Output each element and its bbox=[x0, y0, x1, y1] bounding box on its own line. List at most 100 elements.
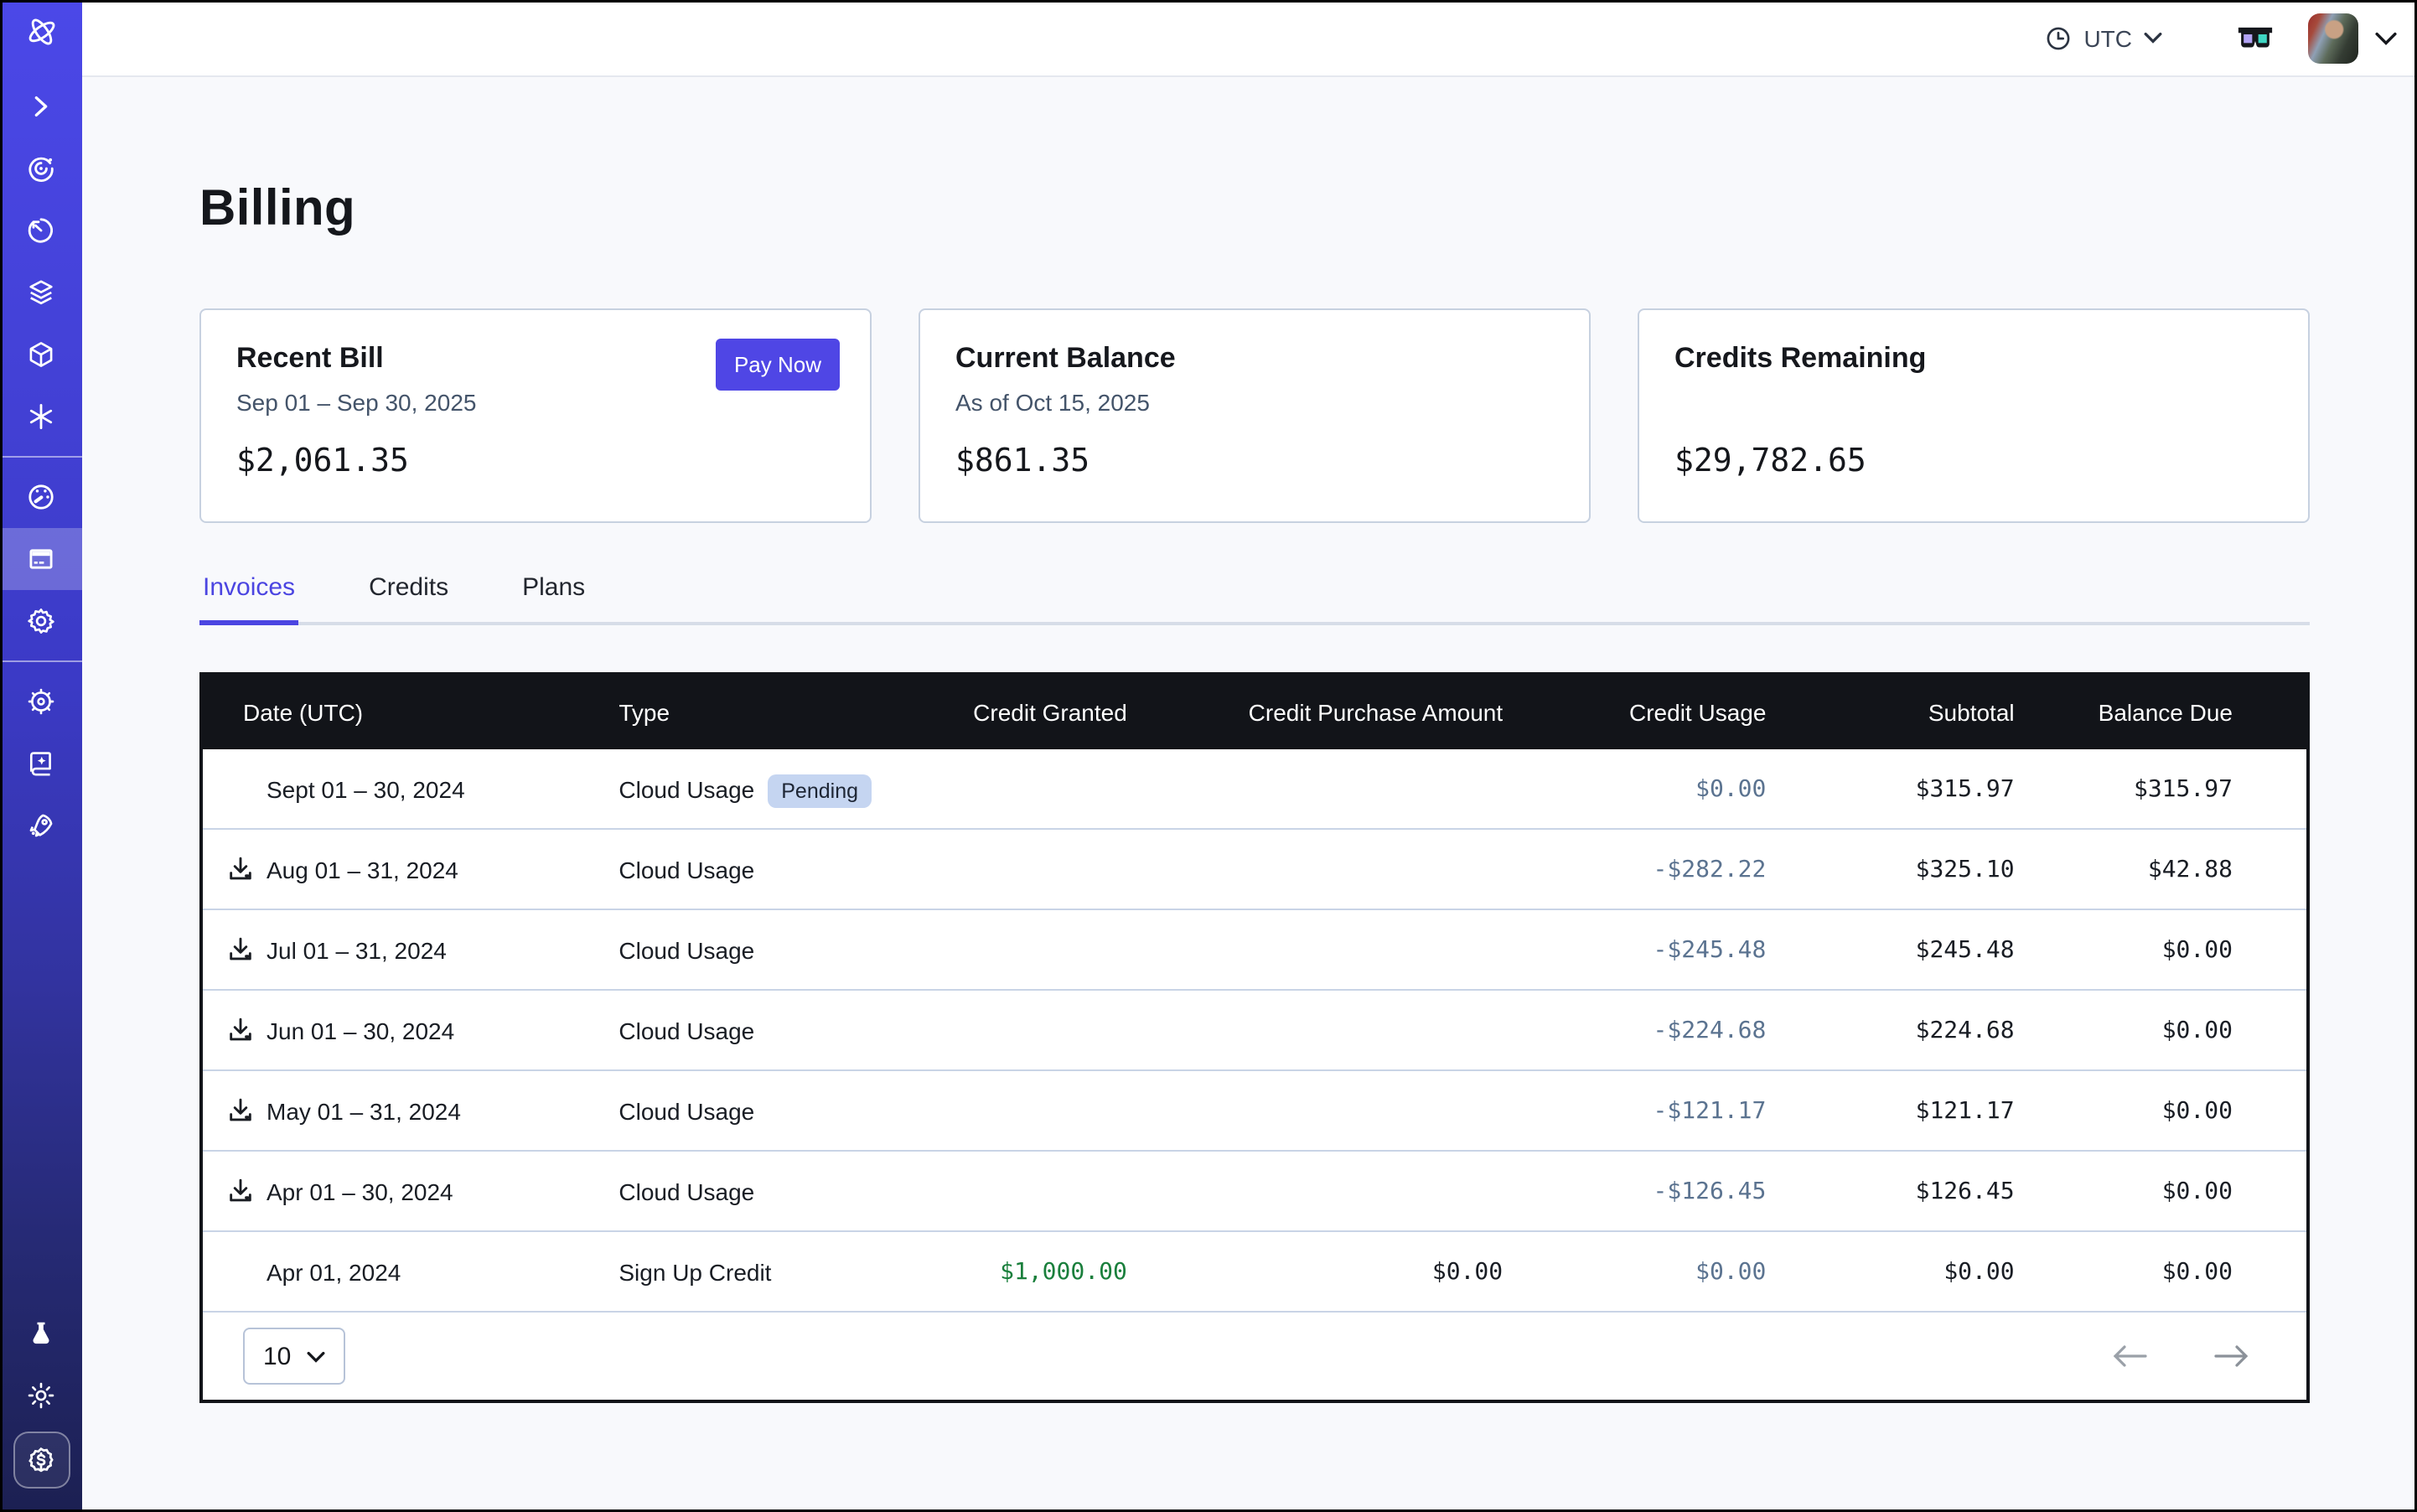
billing-card-icon bbox=[27, 545, 55, 573]
invoices-table: Date (UTC) Type Credit Granted Credit Pu… bbox=[199, 672, 2310, 1403]
avatar[interactable] bbox=[2308, 13, 2358, 63]
cell-credit-granted bbox=[938, 749, 1127, 829]
gauge-icon bbox=[27, 483, 55, 511]
cell-credit-purchase bbox=[1127, 749, 1503, 829]
invoice-date: Jun 01 – 30, 2024 bbox=[267, 1017, 454, 1043]
timezone-select[interactable]: UTC bbox=[2045, 24, 2162, 51]
cell-credit-usage: -$126.45 bbox=[1503, 1151, 1766, 1231]
card-title: Credits Remaining bbox=[1674, 342, 2273, 375]
cell-credit-usage: -$245.48 bbox=[1503, 909, 1766, 990]
sidebar bbox=[0, 0, 82, 1512]
sidebar-item-expand[interactable] bbox=[0, 75, 82, 137]
cell-subtotal: $245.48 bbox=[1766, 909, 2014, 990]
sidebar-item-getting-started[interactable] bbox=[0, 795, 82, 857]
timezone-label: UTC bbox=[2083, 24, 2132, 51]
cell-credit-purchase bbox=[1127, 909, 1503, 990]
billing-period: Sep 01 – Sep 30, 2025 bbox=[236, 389, 835, 417]
gear-icon bbox=[27, 607, 55, 635]
table-header: Date (UTC) Type Credit Granted Credit Pu… bbox=[203, 676, 2306, 749]
history-clock-icon bbox=[27, 216, 55, 245]
col-credit-purchase-amount: Credit Purchase Amount bbox=[1127, 676, 1503, 749]
balance-as-of: As of Oct 15, 2025 bbox=[955, 389, 1554, 417]
clock-icon bbox=[2045, 24, 2072, 51]
cell-balance-due: $315.97 bbox=[2015, 749, 2306, 829]
screen: UTC Billing Recent Bill Sep 01 – Se bbox=[0, 0, 2417, 1512]
sidebar-item-usage[interactable] bbox=[0, 466, 82, 528]
table-footer: 10 bbox=[203, 1311, 2306, 1400]
chevron-right-icon bbox=[28, 94, 54, 119]
current-balance-amount: $861.35 bbox=[955, 443, 1554, 479]
cell-credit-granted bbox=[938, 1151, 1127, 1231]
user-menu-button[interactable] bbox=[2375, 31, 2397, 44]
chevron-down-icon bbox=[2144, 32, 2162, 44]
table-row[interactable]: May 01 – 31, 2024 Cloud Usage -$121.17 $… bbox=[203, 1070, 2306, 1151]
cell-credit-purchase bbox=[1127, 1070, 1503, 1151]
cell-credit-usage: $0.00 bbox=[1503, 1231, 1766, 1311]
tab-invoices[interactable]: Invoices bbox=[199, 573, 298, 622]
flask-icon bbox=[27, 1319, 55, 1348]
col-balance-due: Balance Due bbox=[2015, 676, 2306, 749]
sidebar-item-monitor[interactable] bbox=[0, 137, 82, 199]
topbar: UTC bbox=[82, 0, 2417, 77]
invoice-date: Apr 01 – 30, 2024 bbox=[267, 1178, 453, 1204]
pay-now-button[interactable]: Pay Now bbox=[716, 339, 840, 391]
sidebar-item-services[interactable] bbox=[0, 386, 82, 448]
credits-remaining-card: Credits Remaining $29,782.65 bbox=[1638, 308, 2310, 523]
download-invoice-icon[interactable] bbox=[226, 855, 255, 883]
arrow-left-icon bbox=[2112, 1344, 2149, 1368]
sidebar-item-admin[interactable] bbox=[0, 671, 82, 733]
download-invoice-icon[interactable] bbox=[226, 1016, 255, 1044]
col-type: Type bbox=[618, 676, 937, 749]
cell-subtotal: $224.68 bbox=[1766, 990, 2014, 1070]
credits-remaining-amount: $29,782.65 bbox=[1674, 443, 2273, 479]
next-page-button[interactable] bbox=[2213, 1344, 2249, 1368]
table-row[interactable]: Aug 01 – 31, 2024 Cloud Usage -$282.22 $… bbox=[203, 829, 2306, 909]
table-row[interactable]: Apr 01, 2024 Sign Up Credit $1,000.00 $0… bbox=[203, 1231, 2306, 1311]
view-toggle-button[interactable] bbox=[2236, 25, 2275, 50]
table-row[interactable]: Jun 01 – 30, 2024 Cloud Usage -$224.68 $… bbox=[203, 990, 2306, 1070]
sidebar-item-credits[interactable] bbox=[13, 1432, 70, 1489]
table-row[interactable]: Sept 01 – 30, 2024 Cloud UsagePending $0… bbox=[203, 749, 2306, 829]
table-row[interactable]: Apr 01 – 30, 2024 Cloud Usage -$126.45 $… bbox=[203, 1151, 2306, 1231]
helm-icon bbox=[27, 687, 55, 716]
rocket-icon bbox=[27, 811, 55, 840]
page-size-select[interactable]: 10 bbox=[243, 1328, 344, 1385]
book-sparkle-icon bbox=[27, 749, 55, 778]
tab-credits[interactable]: Credits bbox=[365, 573, 452, 622]
sidebar-item-labs[interactable] bbox=[0, 1302, 82, 1364]
sidebar-item-theme[interactable] bbox=[0, 1364, 82, 1427]
previous-page-button[interactable] bbox=[2112, 1344, 2149, 1368]
invoice-type: Cloud Usage bbox=[618, 936, 754, 963]
arrow-right-icon bbox=[2213, 1344, 2249, 1368]
invoice-date: Aug 01 – 31, 2024 bbox=[267, 856, 458, 883]
invoice-type: Cloud Usage bbox=[618, 856, 754, 883]
col-credit-granted: Credit Granted bbox=[938, 676, 1127, 749]
download-invoice-icon[interactable] bbox=[226, 1096, 255, 1125]
summary-cards: Recent Bill Sep 01 – Sep 30, 2025 $2,061… bbox=[199, 308, 2310, 523]
invoice-date: May 01 – 31, 2024 bbox=[267, 1097, 461, 1124]
cell-balance-due: $0.00 bbox=[2015, 1070, 2306, 1151]
table-row[interactable]: Jul 01 – 31, 2024 Cloud Usage -$245.48 $… bbox=[203, 909, 2306, 990]
sidebar-item-settings[interactable] bbox=[0, 590, 82, 652]
sidebar-item-history[interactable] bbox=[0, 199, 82, 261]
sidebar-divider bbox=[0, 456, 82, 458]
cell-credit-purchase: $0.00 bbox=[1127, 1231, 1503, 1311]
chevron-down-icon bbox=[306, 1350, 324, 1362]
cell-credit-usage: $0.00 bbox=[1503, 749, 1766, 829]
cell-credit-purchase bbox=[1127, 1151, 1503, 1231]
tab-plans[interactable]: Plans bbox=[519, 573, 588, 622]
download-invoice-icon[interactable] bbox=[226, 1177, 255, 1205]
sidebar-item-docs[interactable] bbox=[0, 733, 82, 795]
download-invoice-icon[interactable] bbox=[226, 935, 255, 964]
sidebar-logo[interactable] bbox=[0, 0, 82, 62]
sidebar-item-billing[interactable] bbox=[0, 528, 82, 590]
page-title: Billing bbox=[199, 181, 2310, 238]
sidebar-item-packages[interactable] bbox=[0, 324, 82, 386]
invoice-date: Apr 01, 2024 bbox=[267, 1258, 401, 1285]
sidebar-item-layers[interactable] bbox=[0, 261, 82, 324]
col-date: Date (UTC) bbox=[203, 676, 618, 749]
col-subtotal: Subtotal bbox=[1766, 676, 2014, 749]
cell-balance-due: $0.00 bbox=[2015, 909, 2306, 990]
invoice-date: Jul 01 – 31, 2024 bbox=[267, 936, 447, 963]
cell-credit-granted bbox=[938, 829, 1127, 909]
